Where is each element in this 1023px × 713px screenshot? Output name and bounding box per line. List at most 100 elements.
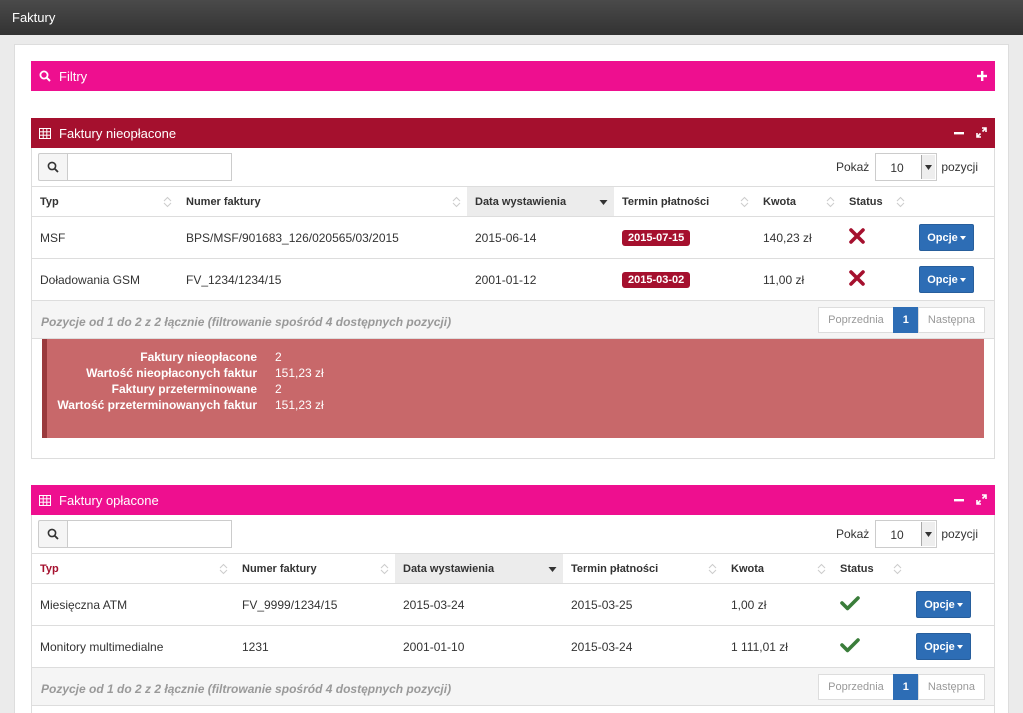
show-label: Pokaż	[835, 527, 870, 541]
paid-invoices-panel: Faktury opłacone Pokaż 10 pozycji Typ Nu…	[31, 485, 995, 713]
sort-icon	[452, 196, 461, 211]
table-header-row: Typ Numer faktury Data wystawienia Termi…	[32, 553, 994, 584]
summary-row: Wartość nieopłaconych faktur 151,23 zł	[86, 366, 324, 380]
paid-table: Typ Numer faktury Data wystawienia Termi…	[32, 553, 994, 668]
paid-page-size: Pokaż 10 pozycji	[836, 520, 978, 548]
column-header-number[interactable]: Numer faktury	[234, 553, 395, 584]
options-button[interactable]: Opcje	[919, 224, 974, 251]
cell-amount: 140,23 zł	[763, 230, 812, 245]
options-button[interactable]: Opcje	[919, 266, 974, 293]
entries-label: pozycji	[941, 160, 978, 174]
unpaid-page-size: Pokaż 10 pozycji	[836, 153, 978, 181]
cell-amount: 1 111,01 zł	[731, 639, 788, 654]
table-header-row: Typ Numer faktury Data wystawienia Termi…	[32, 186, 994, 217]
pagination-page[interactable]: 1	[892, 674, 919, 700]
filters-title: Filtry	[59, 68, 88, 84]
table-info: Pozycje od 1 do 2 z 2 łącznie (filtrowan…	[41, 315, 452, 329]
pagination: Poprzednia 1 Następna	[818, 674, 985, 700]
column-header-status[interactable]: Status	[832, 553, 908, 584]
cell-issued: 2001-01-12	[475, 272, 537, 287]
x-mark-icon	[849, 228, 865, 247]
column-header-type[interactable]: Typ	[32, 186, 178, 217]
table-row: Monitory multimedialne 1231 2001-01-10 2…	[32, 626, 994, 668]
cell-type: Miesięczna ATM	[40, 597, 128, 612]
cell-amount: 11,00 zł	[763, 272, 805, 287]
column-header-due[interactable]: Termin płatności	[614, 186, 755, 217]
unpaid-toolbar: Pokaż 10 pozycji	[32, 148, 994, 186]
column-header-actions	[908, 553, 994, 584]
cell-number: FV_9999/1234/15	[242, 597, 338, 612]
column-header-number[interactable]: Numer faktury	[178, 186, 467, 217]
unpaid-table: Typ Numer faktury Data wystawienia Termi…	[32, 186, 994, 301]
paid-footer: Pozycje od 1 do 2 z 2 łącznie (filtrowan…	[32, 668, 994, 706]
unpaid-summary: Faktury nieopłacone 2 Wartość nieopłacony…	[42, 339, 984, 438]
filters-panel: Filtry	[31, 61, 995, 91]
sort-icon	[163, 196, 172, 211]
due-date-badge: 2015-07-15	[622, 229, 691, 246]
cell-number: 1231	[242, 639, 269, 654]
summary-row: Wartość przeterminowanych faktur 151,23 z…	[57, 398, 324, 412]
sort-icon	[740, 196, 749, 211]
paid-search-input[interactable]	[67, 520, 232, 548]
chevron-down-icon	[921, 522, 936, 546]
table-row: Doładowania GSM FV_1234/1234/15 2001-01-…	[32, 259, 994, 301]
table-row: Miesięczna ATM FV_9999/1234/15 2015-03-2…	[32, 584, 994, 626]
sort-icon	[817, 563, 826, 578]
main-content: Filtry Faktury nieopłacone Pokaż 10 pozy…	[14, 44, 1009, 713]
summary-row: Faktury nieopłacone 2	[140, 350, 282, 364]
plus-icon[interactable]	[977, 69, 987, 84]
column-header-actions	[911, 186, 994, 217]
page-size-select[interactable]: 10	[875, 520, 938, 548]
page-size-value: 10	[890, 161, 904, 175]
unpaid-invoices-panel: Faktury nieopłacone Pokaż 10 pozycji Typ…	[31, 118, 995, 459]
unpaid-header: Faktury nieopłacone	[31, 118, 995, 148]
paid-header: Faktury opłacone	[31, 485, 995, 515]
sort-icon	[219, 563, 228, 578]
page-size-select[interactable]: 10	[875, 153, 938, 181]
app-title-bar: Faktury	[0, 0, 1023, 35]
minimize-icon[interactable]	[954, 493, 964, 508]
pagination-next[interactable]: Następna	[917, 307, 985, 333]
options-button[interactable]: Opcje	[916, 633, 971, 660]
table-info: Pozycje od 1 do 2 z 2 łącznie (filtrowan…	[41, 682, 452, 696]
caret-down-icon	[959, 277, 966, 282]
column-header-issued[interactable]: Data wystawienia	[395, 553, 563, 584]
x-mark-icon	[849, 270, 865, 289]
column-header-amount[interactable]: Kwota	[723, 553, 832, 584]
caret-down-icon	[956, 644, 963, 649]
column-header-amount[interactable]: Kwota	[755, 186, 841, 217]
unpaid-search-input[interactable]	[67, 153, 232, 181]
unpaid-footer: Pozycje od 1 do 2 z 2 łącznie (filtrowan…	[32, 301, 994, 339]
search-icon[interactable]	[38, 153, 67, 181]
pagination-prev[interactable]: Poprzednia	[818, 307, 894, 333]
paid-title: Faktury opłacone	[59, 492, 159, 508]
search-icon[interactable]	[38, 520, 67, 548]
options-button[interactable]: Opcje	[916, 591, 971, 618]
sort-icon	[893, 563, 902, 578]
column-header-issued[interactable]: Data wystawienia	[467, 186, 614, 217]
caret-down-icon	[956, 602, 963, 607]
cell-number: BPS/MSF/901683_126/020565/03/2015	[186, 230, 399, 245]
pagination-page[interactable]: 1	[892, 307, 919, 333]
column-header-due[interactable]: Termin płatności	[563, 553, 723, 584]
cell-due: 2015-03-24	[571, 639, 633, 654]
checkmark-icon	[840, 638, 860, 656]
app-title: Faktury	[12, 10, 56, 25]
minimize-icon[interactable]	[954, 126, 964, 141]
filters-header[interactable]: Filtry	[31, 61, 995, 91]
column-header-type[interactable]: Typ	[32, 553, 234, 584]
expand-icon[interactable]	[976, 493, 987, 508]
sort-desc-icon	[548, 563, 557, 578]
sort-icon	[826, 196, 835, 211]
unpaid-search	[38, 153, 232, 181]
cell-issued: 2015-06-14	[475, 230, 537, 245]
column-header-status[interactable]: Status	[841, 186, 911, 217]
expand-icon[interactable]	[976, 126, 987, 141]
pagination: Poprzednia 1 Następna	[818, 307, 985, 333]
cell-type: MSF	[40, 230, 66, 245]
pagination-next[interactable]: Następna	[917, 674, 985, 700]
pagination-prev[interactable]: Poprzednia	[818, 674, 894, 700]
paid-search	[38, 520, 232, 548]
due-date-badge: 2015-03-02	[622, 271, 691, 288]
unpaid-title: Faktury nieopłacone	[59, 125, 177, 141]
